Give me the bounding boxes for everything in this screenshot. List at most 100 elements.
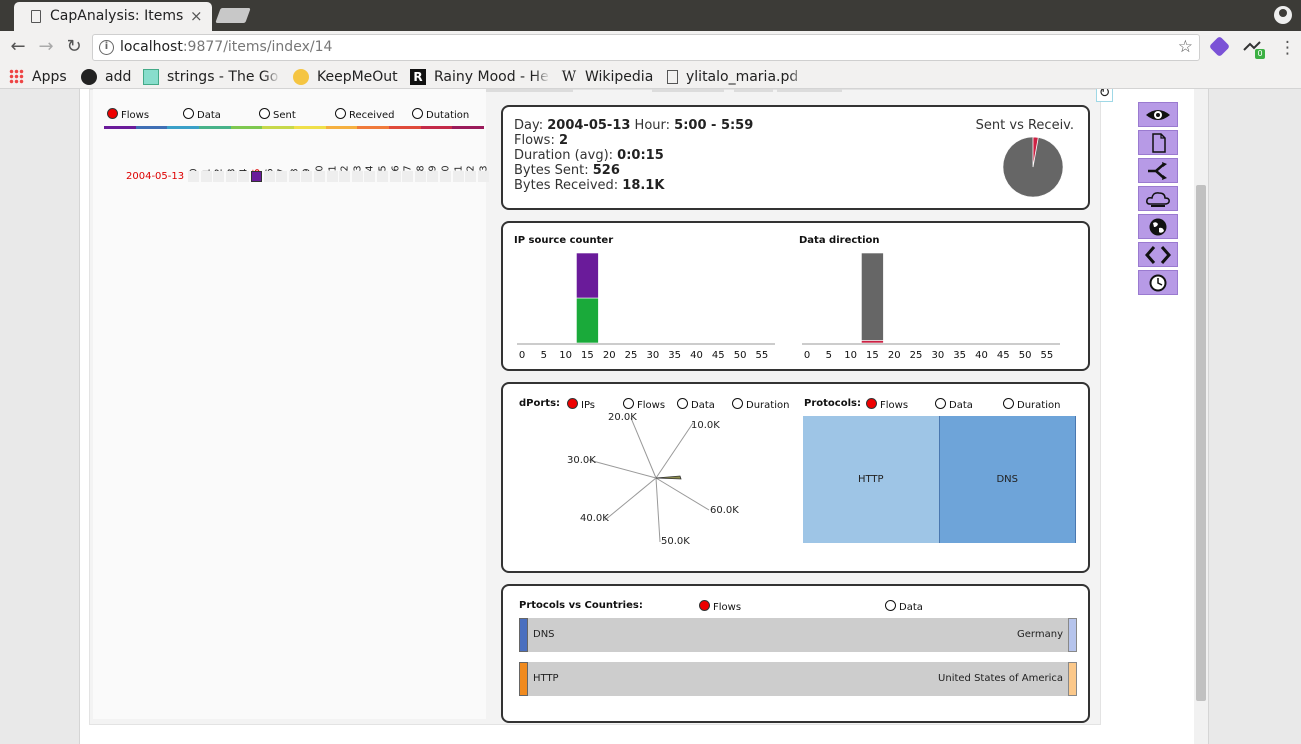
bookmark-wikipedia[interactable]: W Wikipedia bbox=[561, 67, 661, 86]
heatmap-cell[interactable] bbox=[225, 171, 237, 182]
countries-option-flows[interactable]: Flows bbox=[699, 600, 741, 613]
forward-icon[interactable]: → bbox=[35, 36, 57, 58]
protocol-color-marker bbox=[519, 662, 528, 696]
x-tick-label: 35 bbox=[953, 350, 967, 361]
radial-spoke bbox=[630, 417, 657, 479]
heatmap-cell[interactable] bbox=[452, 171, 464, 182]
hourly-heatmap-panel: Flows Data Sent Received Dutation 012345… bbox=[93, 89, 489, 719]
radio-icon bbox=[885, 600, 896, 611]
heatmap-cell[interactable] bbox=[238, 171, 250, 182]
x-tick-label: 20 bbox=[602, 350, 616, 361]
color-scale-segment bbox=[199, 126, 231, 129]
x-tick-label: 40 bbox=[975, 350, 988, 361]
page-viewport: Flows Data Sent Received Dutation 012345… bbox=[0, 89, 1301, 744]
protocols-button[interactable] bbox=[1138, 186, 1178, 211]
address-bar[interactable]: i localhost:9877/items/index/14 ☆ bbox=[92, 34, 1200, 61]
view-eye-button[interactable] bbox=[1138, 102, 1178, 127]
bookmark-add[interactable]: add bbox=[81, 67, 136, 86]
summary-card: Day: 2004-05-13 Hour: 5:00 - 5:59 Flows:… bbox=[501, 105, 1090, 210]
back-icon[interactable]: ← bbox=[7, 36, 29, 58]
protocols-option-flows[interactable]: Flows bbox=[866, 398, 908, 411]
countries-card: Prtocols vs Countries: Flows Data DNS Ge… bbox=[501, 584, 1090, 723]
reload-icon[interactable]: ↻ bbox=[63, 36, 85, 58]
extension-badge-count: 0 bbox=[1255, 49, 1265, 59]
vertical-scrollbar[interactable] bbox=[1194, 89, 1208, 744]
heatmap-option-data[interactable]: Data bbox=[183, 108, 221, 121]
extension-badge-icon[interactable]: 0 bbox=[1243, 39, 1265, 59]
color-scale-segment bbox=[262, 126, 295, 129]
radio-icon bbox=[567, 398, 578, 409]
flows-button[interactable] bbox=[1138, 158, 1178, 183]
treemap-cell-dns[interactable]: DNS bbox=[939, 416, 1076, 543]
new-tab-button[interactable] bbox=[215, 8, 251, 23]
heatmap-cell[interactable] bbox=[377, 171, 388, 182]
bookmark-rainymood[interactable]: R Rainy Mood - Hel bbox=[410, 67, 550, 86]
profile-icon[interactable] bbox=[1274, 6, 1292, 24]
countries-option-data[interactable]: Data bbox=[885, 600, 923, 613]
heatmap-cell[interactable] bbox=[288, 171, 300, 182]
bookmark-apps[interactable]: Apps bbox=[9, 67, 74, 86]
country-flow-row[interactable]: DNS Germany bbox=[519, 618, 1077, 652]
heatmap-cell[interactable] bbox=[314, 171, 325, 182]
heatmap-cell[interactable] bbox=[213, 171, 225, 182]
x-tick-label: 10 bbox=[844, 350, 857, 361]
bar-charts-card: IP source counter Data direction 0 5 10 15 2… bbox=[501, 221, 1090, 371]
heatmap-date-label: 2004-05-13 bbox=[126, 171, 185, 182]
color-scale-segment bbox=[452, 126, 485, 129]
dports-option-duration[interactable]: Duration bbox=[732, 398, 789, 411]
protocols-option-duration[interactable]: Duration bbox=[1003, 398, 1060, 411]
country-flow-row[interactable]: HTTP United States of America bbox=[519, 662, 1077, 696]
heatmap-cell[interactable] bbox=[364, 171, 376, 182]
country-row-protocol: DNS bbox=[533, 629, 555, 640]
heatmap-option-dutation[interactable]: Dutation bbox=[412, 108, 469, 121]
color-scale-segment bbox=[294, 126, 326, 129]
heatmap-cell[interactable] bbox=[263, 171, 275, 182]
time-button[interactable] bbox=[1138, 270, 1178, 295]
sent-vs-received-pie bbox=[1002, 136, 1064, 198]
x-tick-label: 55 bbox=[755, 350, 769, 361]
scrollbar-thumb[interactable] bbox=[1196, 185, 1206, 701]
document-button[interactable] bbox=[1138, 130, 1178, 155]
data-direction-chart bbox=[802, 253, 1060, 345]
heatmap-cell[interactable] bbox=[326, 171, 338, 182]
heatmap-cell[interactable] bbox=[200, 171, 212, 182]
heatmap-cell[interactable] bbox=[389, 171, 401, 182]
heatmap-cell[interactable] bbox=[251, 171, 262, 182]
menu-icon[interactable]: ⋮ bbox=[1279, 38, 1296, 58]
heatmap-cell[interactable] bbox=[402, 171, 414, 182]
bookmark-keepmeout[interactable]: KeepMeOut bbox=[293, 67, 403, 86]
bookmark-star-icon[interactable]: ☆ bbox=[1178, 37, 1193, 57]
heatmap-cell[interactable] bbox=[339, 171, 351, 182]
heatmap-cell[interactable] bbox=[414, 171, 426, 182]
extension-icon[interactable] bbox=[1208, 35, 1231, 58]
browser-tab[interactable]: CapAnalysis: Items × bbox=[14, 2, 212, 31]
protocols-option-data[interactable]: Data bbox=[935, 398, 973, 411]
heatmap-cell[interactable] bbox=[301, 171, 313, 182]
heatmap-cell[interactable] bbox=[351, 171, 363, 182]
heatmap-cell[interactable] bbox=[427, 171, 439, 182]
dports-label-20k: 20.0K bbox=[608, 412, 637, 423]
heatmap-option-sent[interactable]: Sent bbox=[259, 108, 296, 121]
bookmark-strings[interactable]: strings - The Go bbox=[143, 67, 280, 86]
close-tab-icon[interactable]: × bbox=[190, 7, 203, 25]
refresh-icon[interactable]: ↻ bbox=[1096, 89, 1113, 102]
heatmap-option-received[interactable]: Received bbox=[335, 108, 395, 121]
page-content: Flows Data Sent Received Dutation 012345… bbox=[79, 89, 1209, 744]
info-icon[interactable]: i bbox=[99, 40, 114, 55]
treemap-cell-http[interactable]: HTTP bbox=[803, 416, 940, 543]
heatmap-cell[interactable] bbox=[276, 171, 288, 182]
bookmark-ylitalo[interactable]: ylitalo_maria.pd bbox=[667, 67, 805, 86]
heatmap-cell[interactable] bbox=[440, 171, 451, 182]
heatmap-cell[interactable] bbox=[188, 171, 199, 182]
x-tick-label: 5 bbox=[540, 350, 547, 361]
tab-title: CapAnalysis: Items bbox=[50, 8, 184, 24]
code-button[interactable] bbox=[1138, 242, 1178, 267]
summary-flows: 2 bbox=[558, 133, 569, 148]
geo-button[interactable] bbox=[1138, 214, 1178, 239]
x-tick-label: 20 bbox=[887, 350, 901, 361]
heatmap-cell[interactable] bbox=[477, 171, 489, 182]
radio-icon bbox=[183, 108, 194, 119]
summary-sent: 526 bbox=[592, 163, 620, 178]
heatmap-option-flows[interactable]: Flows bbox=[107, 108, 149, 121]
heatmap-cell[interactable] bbox=[465, 171, 477, 182]
